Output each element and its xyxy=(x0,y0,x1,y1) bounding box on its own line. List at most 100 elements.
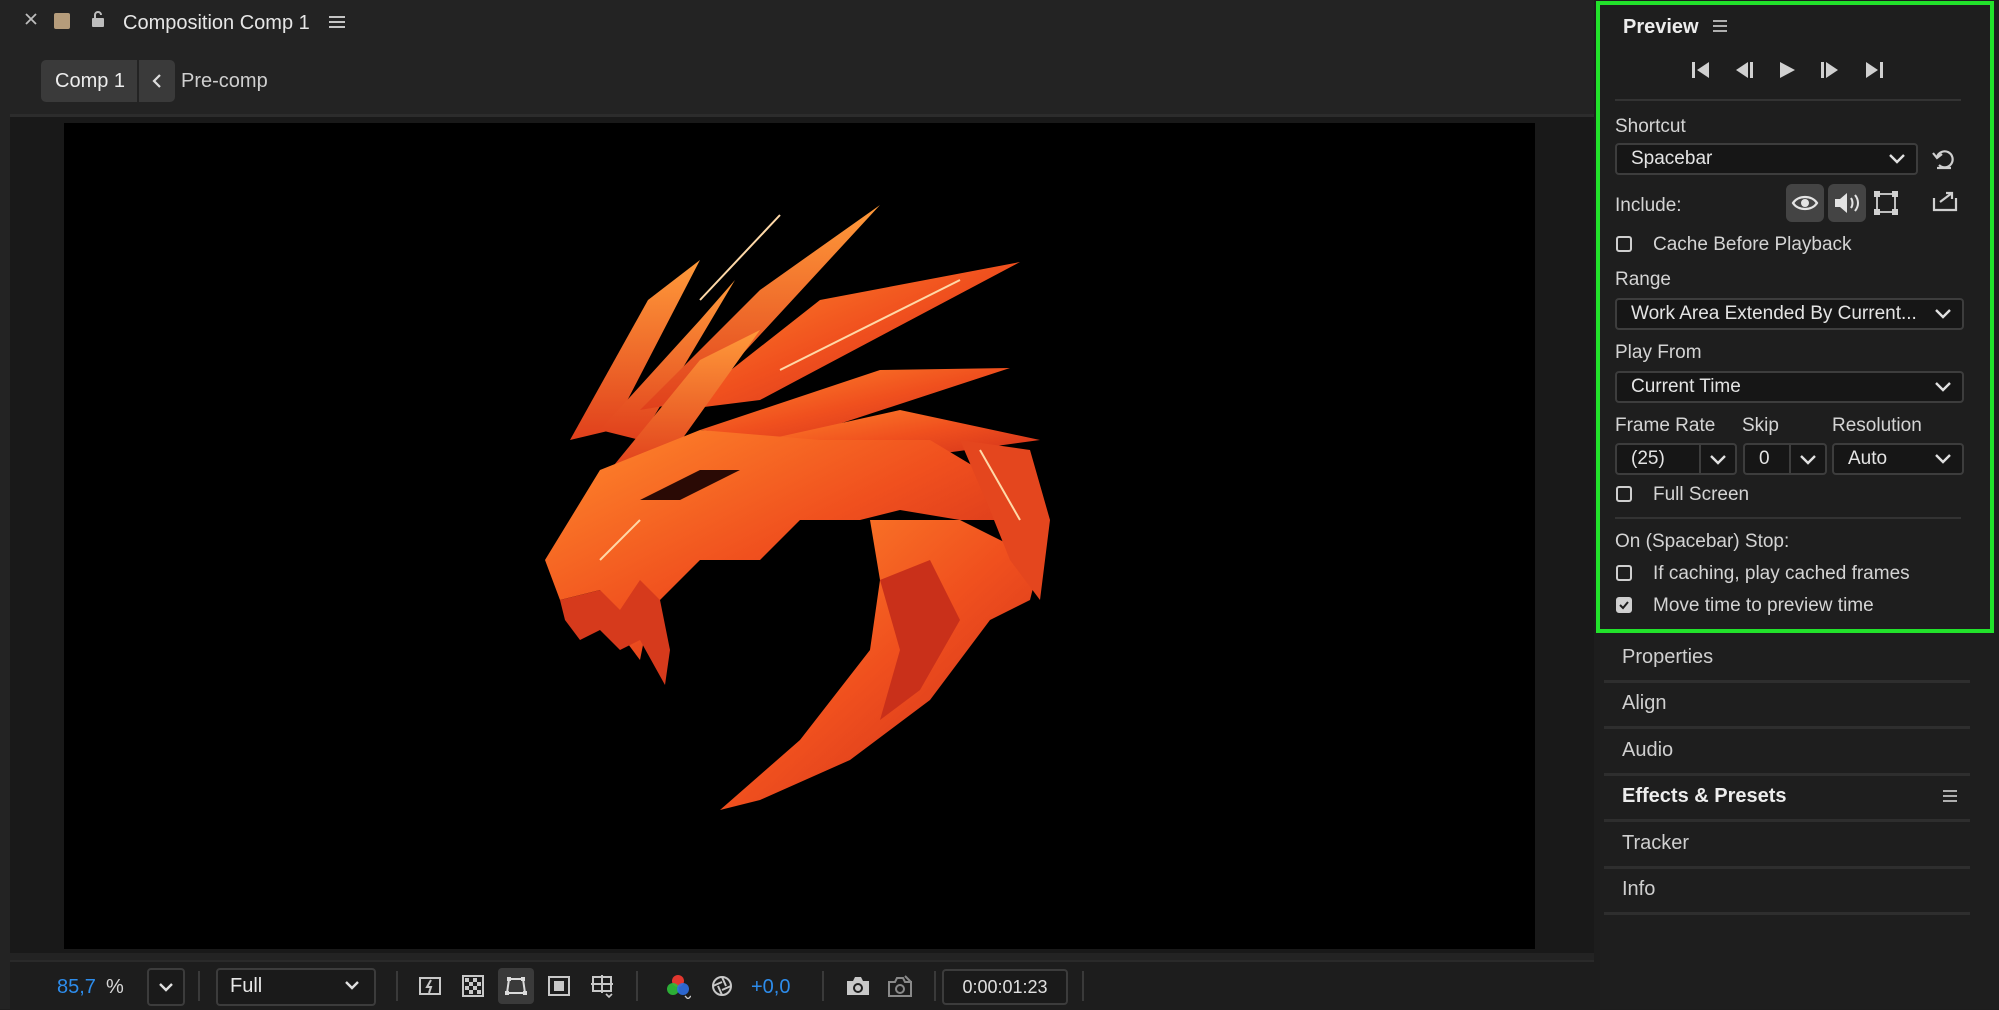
transparency-grid-icon[interactable] xyxy=(455,968,491,1004)
region-of-interest-icon[interactable] xyxy=(541,968,577,1004)
show-snapshot-icon[interactable] xyxy=(882,968,918,1004)
panel-menu-icon[interactable] xyxy=(1712,19,1728,33)
toolbar-divider xyxy=(1082,971,1084,1001)
chevron-down-icon xyxy=(1710,455,1726,465)
resolution-preview-select[interactable]: Auto xyxy=(1832,443,1964,475)
chevron-down-icon xyxy=(1889,154,1905,164)
play-icon[interactable] xyxy=(1776,60,1798,80)
panel-audio[interactable]: Audio xyxy=(1604,729,1970,776)
toolbar-divider xyxy=(934,971,936,1001)
include-video-icon[interactable] xyxy=(1786,184,1824,222)
chevron-left-icon[interactable] xyxy=(137,60,175,102)
shortcut-label: Shortcut xyxy=(1615,116,1686,137)
last-frame-icon[interactable] xyxy=(1862,60,1886,80)
export-icon[interactable] xyxy=(1932,190,1958,212)
resolution-label: Resolution xyxy=(1832,415,1922,436)
breadcrumb-pre-comp[interactable]: Pre-comp xyxy=(181,60,268,102)
panel-effects-presets-label: Effects & Presets xyxy=(1622,785,1787,807)
panel-menu-icon[interactable] xyxy=(1942,789,1958,803)
panel-audio-label: Audio xyxy=(1622,739,1674,761)
zoom-value[interactable]: 85,7 xyxy=(57,976,96,999)
breadcrumb-comp-1-label: Comp 1 xyxy=(55,70,126,92)
panel-effects-presets[interactable]: Effects & Presets xyxy=(1604,775,1970,822)
panel-align-label: Align xyxy=(1622,692,1667,714)
range-select-value: Work Area Extended By Current... xyxy=(1631,303,1917,324)
panel-info[interactable]: Info xyxy=(1604,868,1970,915)
composition-title: Composition Comp 1 xyxy=(123,12,310,34)
lock-icon[interactable] xyxy=(90,10,106,28)
zoom-dropdown-button[interactable] xyxy=(147,968,185,1006)
chevron-down-icon xyxy=(345,981,359,990)
play-from-label: Play From xyxy=(1615,342,1702,363)
label-color-swatch[interactable] xyxy=(54,13,70,29)
on-stop-label: On (Spacebar) Stop: xyxy=(1615,531,1790,552)
reset-exposure-icon[interactable] xyxy=(704,968,740,1004)
preview-panel: Preview Shortcut Spacebar Include: Cache… xyxy=(1596,1,1994,633)
reset-icon[interactable] xyxy=(1931,147,1957,171)
preview-panel-title: Preview xyxy=(1623,16,1699,38)
dragon-head-artwork xyxy=(545,205,1050,810)
panel-align[interactable]: Align xyxy=(1604,682,1970,729)
include-audio-icon[interactable] xyxy=(1828,184,1866,222)
viewer-toolbar: 85,7 % Full +0,0 0:00:01:23 xyxy=(10,960,1594,1010)
cache-before-playback-checkbox[interactable] xyxy=(1616,236,1632,252)
composition-canvas[interactable] xyxy=(64,123,1535,949)
range-select[interactable]: Work Area Extended By Current... xyxy=(1615,298,1964,330)
camera-icon[interactable] xyxy=(840,968,876,1004)
mask-path-visibility-icon[interactable] xyxy=(498,968,534,1004)
fast-previews-icon[interactable] xyxy=(412,968,448,1004)
range-label: Range xyxy=(1615,269,1671,290)
grid-guides-icon[interactable] xyxy=(584,968,620,1004)
close-icon[interactable] xyxy=(24,12,38,26)
frame-rate-dropdown-toggle[interactable] xyxy=(1699,445,1735,473)
cache-before-playback-label: Cache Before Playback xyxy=(1653,234,1852,255)
checkmark-icon xyxy=(1619,601,1629,610)
chevron-down-icon xyxy=(1935,382,1951,392)
panel-tracker-label: Tracker xyxy=(1622,832,1690,854)
skip-select-value: 0 xyxy=(1759,448,1770,469)
current-time-display[interactable]: 0:00:01:23 xyxy=(942,969,1068,1005)
if-caching-label: If caching, play cached frames xyxy=(1653,563,1910,584)
resolution-select[interactable]: Full xyxy=(216,968,376,1006)
include-label: Include: xyxy=(1615,195,1682,216)
full-screen-checkbox[interactable] xyxy=(1616,486,1632,502)
panel-menu-icon[interactable] xyxy=(328,14,346,30)
toolbar-divider xyxy=(396,971,398,1001)
divider xyxy=(1615,99,1961,101)
composition-breadcrumb-bar: Comp 1 Pre-comp xyxy=(10,52,1594,117)
chevron-down-icon xyxy=(1935,454,1951,464)
frame-rate-select[interactable]: (25) xyxy=(1615,443,1737,475)
toolbar-divider xyxy=(822,971,824,1001)
exposure-value[interactable]: +0,0 xyxy=(751,976,790,999)
move-time-checkbox[interactable] xyxy=(1616,597,1632,613)
panel-info-label: Info xyxy=(1622,878,1656,900)
panel-tracker[interactable]: Tracker xyxy=(1604,822,1970,869)
zoom-unit: % xyxy=(106,976,124,998)
resolution-preview-select-value: Auto xyxy=(1848,448,1888,469)
skip-label: Skip xyxy=(1742,415,1779,436)
first-frame-icon[interactable] xyxy=(1689,60,1713,80)
next-frame-icon[interactable] xyxy=(1818,60,1842,80)
skip-select[interactable]: 0 xyxy=(1743,443,1827,475)
resolution-select-value: Full xyxy=(230,975,263,997)
panel-properties[interactable]: Properties xyxy=(1604,636,1970,683)
full-screen-label: Full Screen xyxy=(1653,484,1750,505)
play-from-select-value: Current Time xyxy=(1631,376,1741,397)
chevron-down-icon xyxy=(1935,309,1951,319)
if-caching-checkbox[interactable] xyxy=(1616,565,1632,581)
toolbar-divider xyxy=(198,971,200,1001)
play-from-select[interactable]: Current Time xyxy=(1615,371,1964,403)
chevron-down-icon xyxy=(159,983,173,992)
previous-frame-icon[interactable] xyxy=(1732,60,1756,80)
toolbar-divider xyxy=(636,971,638,1001)
include-overlays-icon[interactable] xyxy=(1872,189,1900,217)
shortcut-select[interactable]: Spacebar xyxy=(1615,143,1918,175)
frame-rate-label: Frame Rate xyxy=(1615,415,1716,436)
move-time-label: Move time to preview time xyxy=(1653,595,1874,616)
frame-rate-select-value: (25) xyxy=(1631,448,1665,469)
color-channels-icon[interactable] xyxy=(660,968,696,1004)
skip-dropdown-toggle[interactable] xyxy=(1789,445,1825,473)
breadcrumb-comp-1[interactable]: Comp 1 xyxy=(41,60,176,102)
chevron-down-icon xyxy=(1800,455,1816,465)
composition-header: Composition Comp 1 xyxy=(0,0,1594,48)
